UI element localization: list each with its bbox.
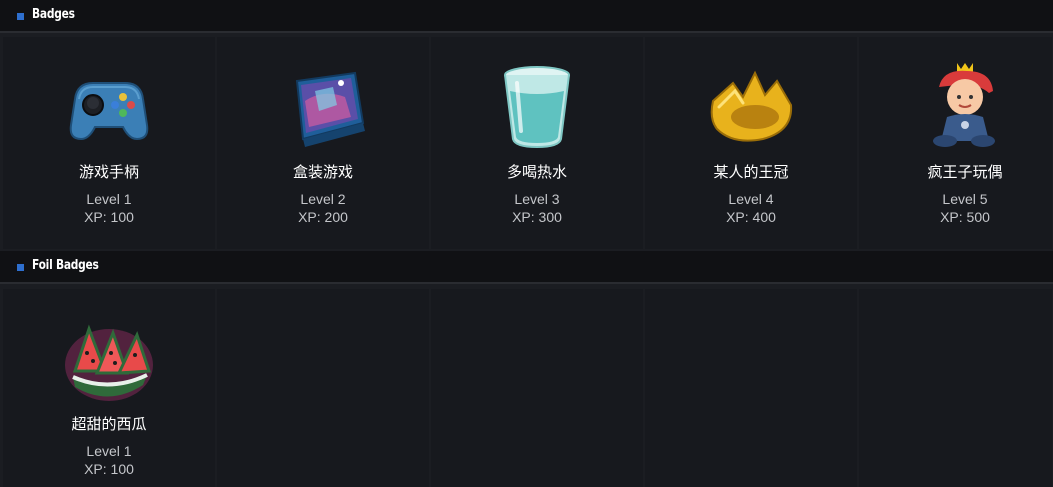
badge-level: Level 1 [86, 191, 132, 207]
badges-grid: 游戏手柄 Level 1 XP: 100 盒装游戏 Level 2 XP: 20… [3, 37, 1052, 249]
badge-tile-watermelon[interactable]: 超甜的西瓜 Level 1 XP: 100 [3, 289, 215, 487]
badge-name: 游戏手柄 [78, 163, 139, 181]
badge-xp: XP: 300 [512, 209, 562, 225]
badge-tile-game-box[interactable]: 盒装游戏 Level 2 XP: 200 [217, 37, 429, 249]
badge-tile-water-glass[interactable]: 多喝热水 Level 3 XP: 300 [431, 37, 643, 249]
badge-name: 某人的王冠 [713, 163, 789, 181]
badge-level: Level 1 [86, 443, 132, 459]
badge-level: Level 5 [942, 191, 988, 207]
gamepad-icon [61, 61, 157, 153]
badge-name: 疯王子玩偶 [927, 163, 1003, 181]
foil-badges-section-header: Foil Badges [0, 251, 1053, 284]
section-title: Foil Badges [32, 258, 99, 273]
badge-tile-prince-doll[interactable]: 疯王子玩偶 Level 5 XP: 500 [859, 37, 1052, 249]
section-marker-icon [17, 13, 24, 20]
foil-badges-grid: 超甜的西瓜 Level 1 XP: 100 [3, 289, 1052, 487]
badge-xp: XP: 200 [298, 209, 348, 225]
badge-name: 多喝热水 [506, 163, 567, 181]
badge-level: Level 4 [728, 191, 774, 207]
badge-level: Level 2 [300, 191, 346, 207]
crown-icon [703, 61, 799, 153]
watermelon-icon [61, 315, 157, 407]
prince-doll-icon [917, 61, 1013, 153]
badge-xp: XP: 500 [940, 209, 990, 225]
water-glass-icon [489, 61, 585, 153]
badge-xp: XP: 100 [84, 209, 134, 225]
empty-badge-slot [859, 289, 1052, 487]
section-title: Badges [32, 7, 75, 22]
empty-badge-slot [431, 289, 643, 487]
section-marker-icon [17, 264, 24, 271]
badge-tile-crown[interactable]: 某人的王冠 Level 4 XP: 400 [645, 37, 857, 249]
badges-section-header: Badges [0, 0, 1053, 33]
game-box-icon [275, 61, 371, 153]
badge-tile-gamepad[interactable]: 游戏手柄 Level 1 XP: 100 [3, 37, 215, 249]
badge-xp: XP: 100 [84, 461, 134, 477]
empty-badge-slot [645, 289, 857, 487]
badge-level: Level 3 [514, 191, 560, 207]
badge-name: 超甜的西瓜 [71, 415, 147, 433]
badge-xp: XP: 400 [726, 209, 776, 225]
empty-badge-slot [217, 289, 429, 487]
badge-name: 盒装游戏 [292, 163, 353, 181]
